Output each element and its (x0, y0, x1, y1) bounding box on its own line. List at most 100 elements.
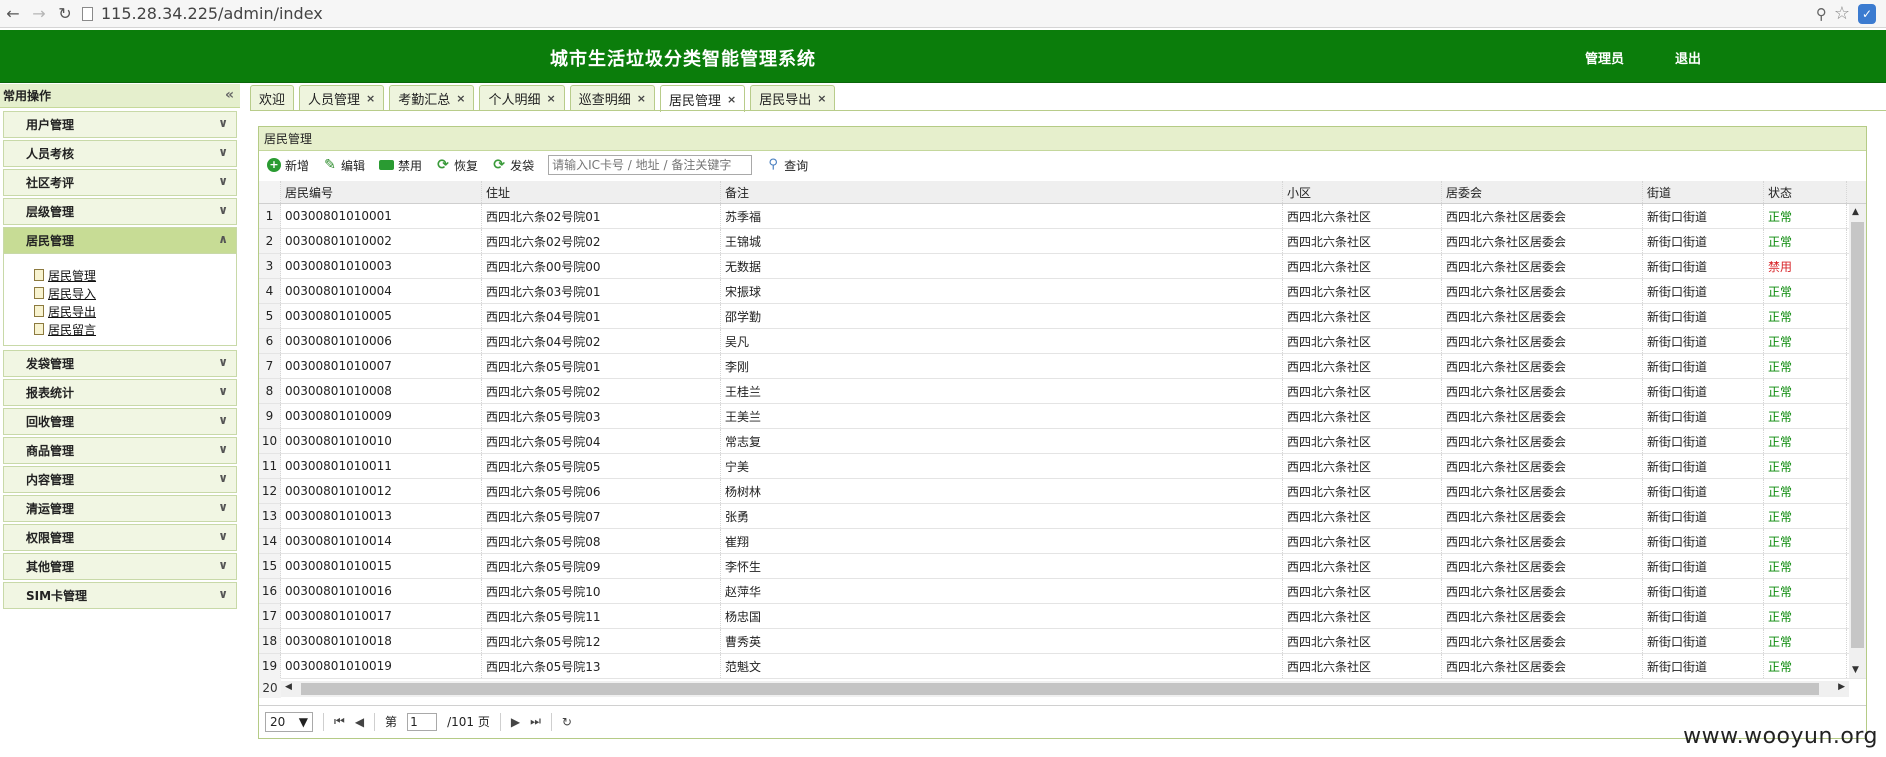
tab-attendance-summary[interactable]: 考勤汇总 × (389, 85, 475, 110)
issue-bag-button[interactable]: ⟳ 发袋 (492, 157, 534, 174)
table-row[interactable]: 15 00300801010015 西四北六条05号院09 李怀生 西四北六条社区 西四北… (259, 554, 1866, 579)
table-row[interactable]: 9 00300801010009 西四北六条05号院03 王美兰 西四北六条社区 西四北六… (259, 404, 1866, 429)
submenu-item-resident-mgmt[interactable]: 居民管理 (34, 266, 236, 284)
first-page-icon[interactable]: ⏮ (334, 714, 345, 729)
submenu-item-resident-export[interactable]: 居民导出 (34, 302, 236, 320)
panel-title: 居民管理 (259, 127, 1866, 151)
page-size-select[interactable]: 20 ▼ (265, 711, 313, 732)
sidebar-item-staff-assessment[interactable]: 人员考核 ∨ (3, 140, 237, 167)
column-header[interactable]: 街道 (1643, 181, 1764, 203)
sidebar-item-transport[interactable]: 清运管理 ∨ (3, 495, 237, 522)
bookmark-star-icon[interactable]: ☆ (1834, 3, 1850, 24)
tab-welcome[interactable]: 欢迎 (250, 85, 295, 110)
column-header[interactable]: 居民编号 (281, 181, 482, 203)
table-row[interactable]: 7 00300801010007 西四北六条05号院01 李刚 西四北六条社区 西四北六条… (259, 354, 1866, 379)
sidebar-item-bag-mgmt[interactable]: 发袋管理 ∨ (3, 350, 237, 377)
address-bar[interactable]: 115.28.34.225/admin/index (82, 3, 1782, 25)
column-header[interactable]: 住址 (482, 181, 721, 203)
column-header[interactable]: 居委会 (1442, 181, 1643, 203)
table-row[interactable]: 5 00300801010005 西四北六条04号院01 邵学勤 西四北六条社区 西四北六… (259, 304, 1866, 329)
page-number-input[interactable] (407, 712, 438, 731)
tab-resident-mgmt[interactable]: 居民管理 × (659, 85, 746, 112)
admin-link[interactable]: 管理员 (1585, 48, 1624, 67)
close-icon[interactable]: × (547, 92, 556, 105)
table-row[interactable]: 2 00300801010002 西四北六条02号院02 王锦城 西四北六条社区 西四北六… (259, 229, 1866, 254)
refresh-icon[interactable]: ↻ (562, 715, 572, 729)
horizontal-scrollbar[interactable]: ◀ ▶ (281, 681, 1849, 697)
table-cell-street: 新街口街道 (1643, 404, 1764, 428)
close-icon[interactable]: × (366, 92, 375, 105)
tab-personal-detail[interactable]: 个人明细 × (479, 85, 565, 110)
query-button[interactable]: ⚲ 查询 (766, 157, 808, 174)
disable-button[interactable]: 禁用 (379, 157, 422, 174)
search-input[interactable] (548, 155, 753, 175)
url-text[interactable]: 115.28.34.225/admin/index (101, 4, 323, 23)
table-row[interactable]: 14 00300801010014 西四北六条05号院08 崔翔 西四北六条社区 西四北六… (259, 529, 1866, 554)
table-row[interactable]: 6 00300801010006 西四北六条04号院02 吴凡 西四北六条社区 西四北六条… (259, 329, 1866, 354)
submenu-item-resident-messages[interactable]: 居民留言 (34, 320, 236, 338)
sidebar-item-community-evaluation[interactable]: 社区考评 ∨ (3, 169, 237, 196)
restore-button[interactable]: ⟳ 恢复 (436, 157, 478, 174)
table-row[interactable]: 11 00300801010011 西四北六条05号院05 宁美 西四北六条社区 西四北六… (259, 454, 1866, 479)
table-cell-id: 00300801010010 (281, 429, 482, 453)
sidebar-item-content[interactable]: 内容管理 ∨ (3, 466, 237, 493)
prev-page-icon[interactable]: ◀ (355, 715, 364, 729)
tab-label: 欢迎 (259, 92, 286, 108)
forward-icon[interactable]: → (26, 3, 52, 25)
close-icon[interactable]: × (637, 92, 646, 105)
sidebar-item-permissions[interactable]: 权限管理 ∨ (3, 524, 237, 551)
sidebar-item-sim-card[interactable]: SIM卡管理 ∨ (3, 582, 237, 609)
table-row[interactable]: 19 00300801010019 西四北六条05号院13 范魁文 西四北六条社区 西四北… (259, 654, 1866, 679)
close-icon[interactable]: × (817, 92, 826, 105)
column-header[interactable]: 小区 (1283, 181, 1442, 203)
scroll-left-icon[interactable]: ◀ (285, 682, 292, 692)
next-page-icon[interactable]: ▶ (511, 715, 520, 729)
logout-link[interactable]: 退出 (1675, 48, 1701, 67)
edit-button[interactable]: ✎ 编辑 (323, 157, 365, 174)
add-button[interactable]: + 新增 (267, 157, 309, 174)
scroll-down-icon[interactable]: ▼ (1852, 665, 1859, 675)
table-cell-id: 00300801010007 (281, 354, 482, 378)
table-cell-status: 正常 (1764, 229, 1847, 253)
key-icon[interactable]: ⚲ (1816, 5, 1827, 23)
table-cell-note: 张勇 (721, 504, 1283, 528)
scroll-right-icon[interactable]: ▶ (1838, 682, 1845, 692)
vertical-scrollbar[interactable]: ▲ ▼ (1849, 204, 1866, 678)
scroll-up-icon[interactable]: ▲ (1852, 207, 1859, 217)
shield-icon[interactable]: ✓ (1858, 3, 1876, 24)
table-row[interactable]: 17 00300801010017 西四北六条05号院11 杨忠国 西四北六条社区 西四北… (259, 604, 1866, 629)
tab-resident-export[interactable]: 居民导出 × (750, 85, 836, 110)
submenu-item-resident-import[interactable]: 居民导入 (34, 284, 236, 302)
table-row[interactable]: 8 00300801010008 西四北六条05号院02 王桂兰 西四北六条社区 西四北六… (259, 379, 1866, 404)
table-row[interactable]: 3 00300801010003 西四北六条00号院00 无数据 西四北六条社区 西四北六… (259, 254, 1866, 279)
back-icon[interactable]: ← (0, 3, 26, 25)
table-row[interactable]: 1 00300801010001 西四北六条02号院01 苏季福 西四北六条社区 西四北六… (259, 204, 1866, 229)
sidebar-item-hierarchy[interactable]: 层级管理 ∨ (3, 198, 237, 225)
column-header[interactable]: 状态 (1764, 181, 1847, 203)
add-icon: + (267, 158, 281, 172)
table-cell-comm: 西四北六条社区 (1283, 479, 1442, 503)
sidebar-item-user-mgmt[interactable]: 用户管理 ∨ (3, 111, 237, 138)
table-row[interactable]: 13 00300801010013 西四北六条05号院07 张勇 西四北六条社区 西四北六… (259, 504, 1866, 529)
table-row[interactable]: 10 00300801010010 西四北六条05号院04 常志复 西四北六条社区 西四北… (259, 429, 1866, 454)
sidebar-item-reports[interactable]: 报表统计 ∨ (3, 379, 237, 406)
tab-patrol-detail[interactable]: 巡查明细 × (569, 85, 655, 110)
close-icon[interactable]: × (456, 92, 465, 105)
column-header[interactable]: 备注 (721, 181, 1283, 203)
table-row[interactable]: 16 00300801010016 西四北六条05号院10 赵萍华 西四北六条社区 西四北… (259, 579, 1866, 604)
reload-icon[interactable]: ↻ (52, 3, 78, 25)
sidebar-item-goods[interactable]: 商品管理 ∨ (3, 437, 237, 464)
tab-staff-mgmt[interactable]: 人员管理 × (299, 85, 385, 110)
sidebar-item-other[interactable]: 其他管理 ∨ (3, 553, 237, 580)
last-page-icon[interactable]: ⏭ (530, 714, 541, 729)
scroll-thumb[interactable] (301, 683, 1819, 695)
table-row[interactable]: 12 00300801010012 西四北六条05号院06 杨树林 西四北六条社区 西四北… (259, 479, 1866, 504)
sidebar-item-recycling[interactable]: 回收管理 ∨ (3, 408, 237, 435)
tab-label: 个人明细 (488, 92, 541, 108)
close-icon[interactable]: × (727, 93, 736, 106)
collapse-sidebar-icon[interactable]: « (225, 87, 234, 103)
table-row[interactable]: 18 00300801010018 西四北六条05号院12 曹秀英 西四北六条社区 西四北… (259, 629, 1866, 654)
sidebar-item-resident-mgmt[interactable]: 居民管理 ∧ (3, 227, 237, 254)
table-row[interactable]: 4 00300801010004 西四北六条03号院01 宋振球 西四北六条社区 西四北六… (259, 279, 1866, 304)
scroll-thumb[interactable] (1851, 222, 1864, 648)
